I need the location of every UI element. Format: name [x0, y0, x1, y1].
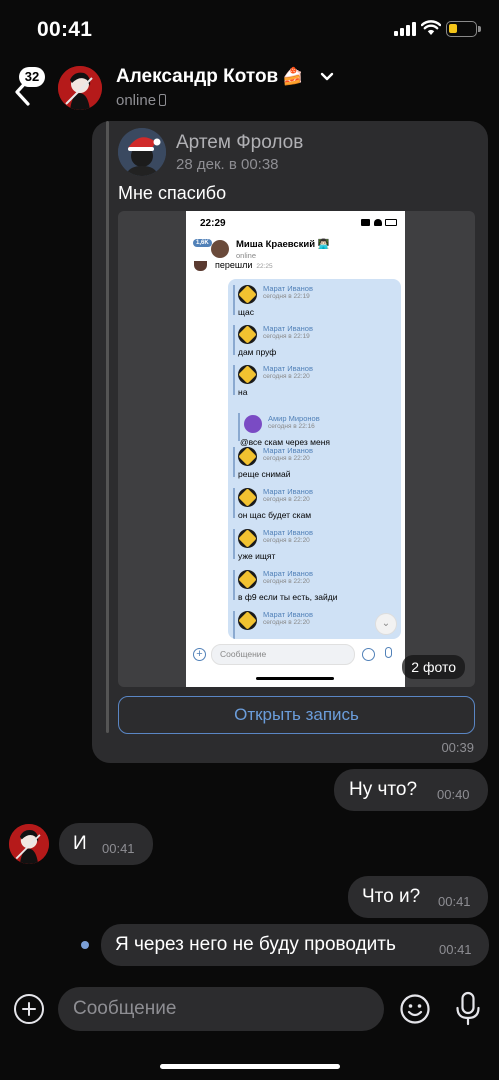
screenshot-forwarded-messages: Марат Иванов сегодня в 22:19 щас Марат И…: [228, 279, 401, 639]
forwarded-post-bubble[interactable]: Артем Фролов 28 дек. в 00:38 Мне спасибо…: [92, 121, 488, 763]
screenshot-plus-icon: +: [193, 648, 206, 661]
message-text: Что и?: [362, 886, 421, 907]
screenshot-status-icons: [361, 219, 397, 226]
unread-count-badge[interactable]: 32: [19, 67, 45, 87]
chevron-down-icon[interactable]: [320, 70, 334, 84]
avatar[interactable]: [9, 824, 49, 864]
screenshot-prev-avatar: [194, 261, 207, 271]
message-time: 00:39: [441, 740, 474, 755]
attach-plus-icon[interactable]: [14, 994, 44, 1024]
contact-status: online: [116, 92, 167, 109]
author-name[interactable]: Артем Фролов: [176, 132, 303, 154]
microphone-icon[interactable]: [454, 991, 482, 1027]
screenshot-chat-status: online: [236, 251, 257, 260]
screenshot-chat-name: Миша Краевский 👨🏻‍💻: [236, 239, 330, 250]
message-time: 00:40: [437, 787, 470, 802]
message-time: 00:41: [438, 894, 471, 909]
screenshot-back-badge: 1,6K: [193, 239, 212, 247]
message-text: Ну что?: [349, 779, 418, 800]
screenshot-time: 22:29: [200, 218, 226, 229]
mobile-phone-icon: [159, 94, 167, 106]
post-date: 28 дек. в 00:38: [176, 156, 279, 173]
cellular-signal-icon: [394, 22, 416, 36]
screenshot-prev-message: перешли 22:25: [215, 260, 273, 270]
screenshot-input: Сообщение: [211, 644, 355, 665]
open-post-button[interactable]: Открыть запись: [118, 696, 475, 734]
message-input[interactable]: Сообщение: [58, 987, 384, 1031]
screenshot-scroll-down-icon: ⌄: [375, 613, 397, 635]
post-photo[interactable]: 22:29 1,6K Миша Краевский 👨🏻‍💻 online пе…: [118, 211, 475, 687]
screenshot-composer: + Сообщение: [186, 641, 405, 671]
emoji-icon[interactable]: [399, 993, 431, 1025]
status-bar: 00:41: [0, 0, 499, 56]
avatar[interactable]: [58, 66, 102, 110]
forward-indicator-bar: [106, 121, 109, 733]
message-composer: Сообщение: [0, 982, 499, 1038]
screenshot-avatar: [211, 240, 229, 258]
outgoing-message[interactable]: Ну что? 00:40: [334, 769, 488, 811]
post-text: Мне спасибо: [118, 183, 227, 203]
battery-icon: [446, 21, 481, 37]
outgoing-message[interactable]: Я через него не буду проводить 00:41: [101, 924, 489, 966]
message-text: И: [73, 833, 87, 854]
photo-count-badge: 2 фото: [402, 655, 465, 679]
cake-emoji: 🍰: [282, 67, 304, 86]
screenshot-image: 22:29 1,6K Миша Краевский 👨🏻‍💻 online пе…: [186, 211, 405, 687]
home-indicator[interactable]: [160, 1064, 340, 1069]
screenshot-home-indicator: [256, 677, 334, 680]
screenshot-smile-icon: [362, 648, 375, 661]
contact-name[interactable]: Александр Котов 🍰: [116, 66, 303, 88]
screenshot-mic-icon: [385, 647, 392, 658]
status-time: 00:41: [37, 18, 93, 41]
message-time: 00:41: [102, 841, 135, 856]
message-time: 00:41: [439, 942, 472, 957]
unread-indicator: [81, 941, 89, 949]
message-text: Я через него не буду проводить: [115, 934, 396, 955]
wifi-icon: [421, 20, 441, 35]
incoming-message[interactable]: И 00:41: [59, 823, 153, 865]
outgoing-message[interactable]: Что и? 00:41: [348, 876, 488, 918]
author-avatar[interactable]: [118, 128, 166, 176]
